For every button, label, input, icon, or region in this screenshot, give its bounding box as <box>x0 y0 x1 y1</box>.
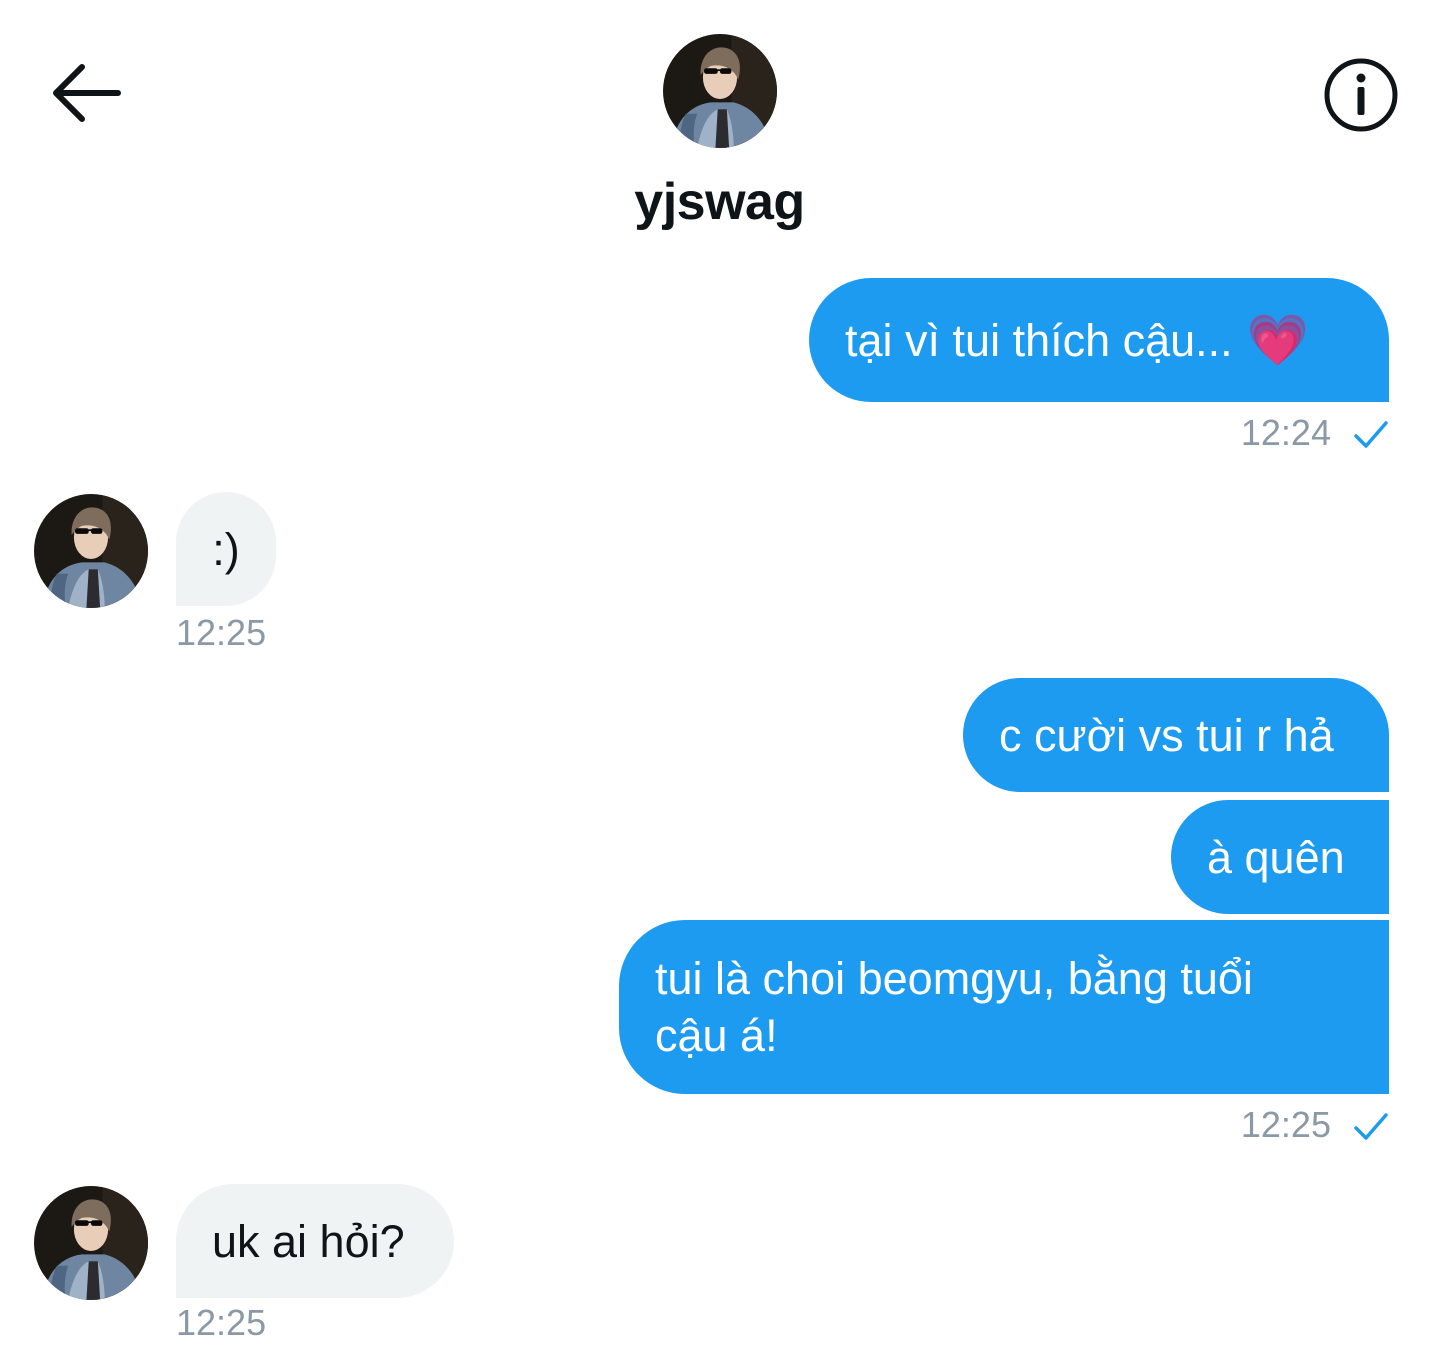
message-text: c cười vs tui r hả <box>999 709 1334 761</box>
message-timestamp: 12:25 <box>176 1302 267 1343</box>
message-text: tại vì tui thích cậu... <box>845 314 1233 366</box>
sender-avatar[interactable] <box>34 1186 148 1300</box>
back-button[interactable] <box>48 58 122 128</box>
pink-heart-emoji: 💗 <box>1246 311 1309 368</box>
contact-name[interactable]: yjswag <box>0 172 1439 232</box>
sent-message-bubble[interactable]: tại vì tui thích cậu... 💗 <box>809 278 1389 402</box>
message-text: tui là choi beomgyu, bằng tuổi cậu á! <box>655 953 1253 1061</box>
info-icon <box>1324 58 1398 132</box>
message-text: uk ai hỏi? <box>212 1215 405 1267</box>
contact-avatar[interactable] <box>663 34 777 148</box>
message-text: à quên <box>1207 831 1345 883</box>
read-check-icon <box>1354 421 1388 449</box>
message-timestamp: 12:25 <box>1241 1104 1389 1146</box>
read-check-icon <box>1354 1113 1388 1141</box>
sent-message-bubble[interactable]: à quên <box>1171 800 1389 914</box>
arrow-left-icon <box>53 64 121 122</box>
sent-message-bubble[interactable]: c cười vs tui r hả <box>963 678 1389 792</box>
message-timestamp: 12:25 <box>176 612 267 653</box>
message-text: :) <box>212 523 240 575</box>
sender-avatar[interactable] <box>34 494 148 608</box>
message-timestamp: 12:24 <box>1241 412 1389 454</box>
received-message-bubble[interactable]: :) <box>176 492 276 606</box>
received-message-bubble[interactable]: uk ai hỏi? <box>176 1184 454 1298</box>
sent-message-bubble[interactable]: tui là choi beomgyu, bằng tuổi cậu á! <box>619 920 1389 1094</box>
info-button[interactable] <box>1322 56 1400 134</box>
